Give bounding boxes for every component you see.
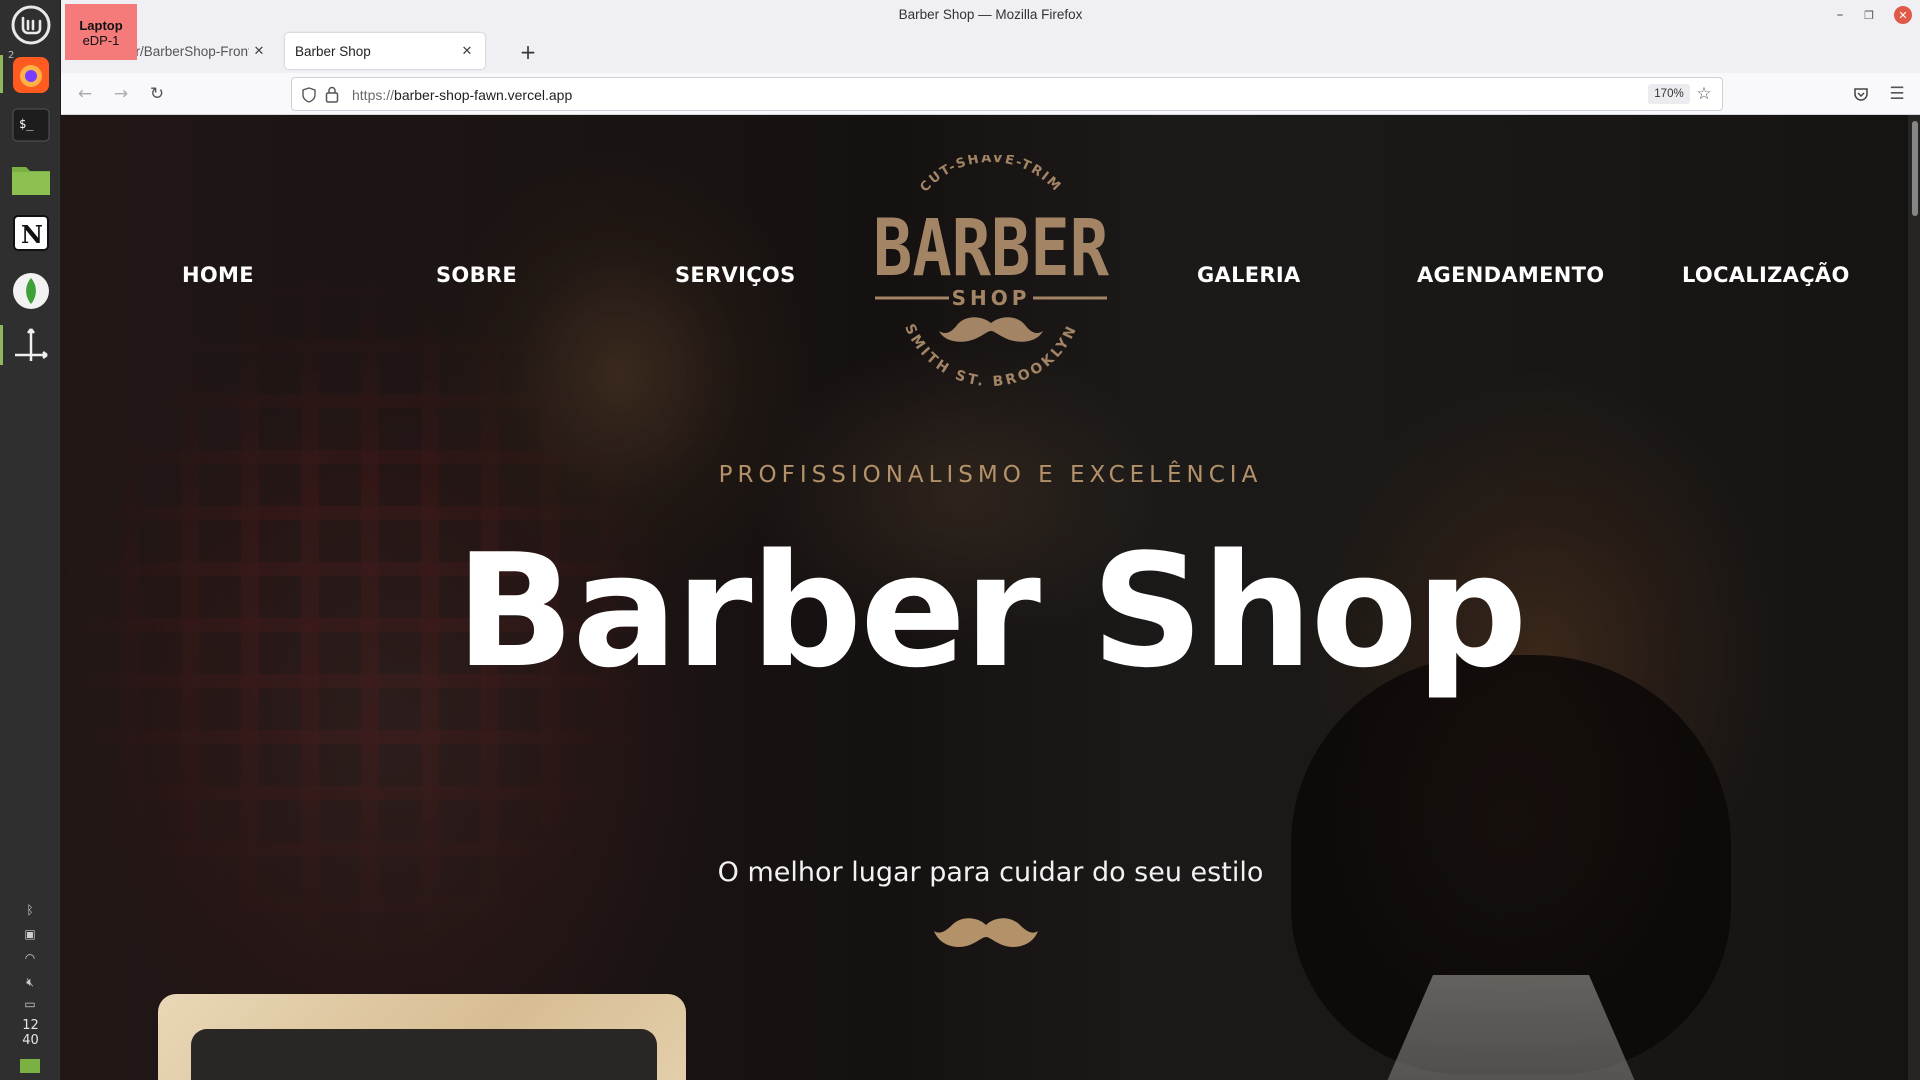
nav-localizacao[interactable]: LOCALIZAÇÃO <box>1682 263 1850 287</box>
svg-text:CUT-SHAVE-TRIM: CUT-SHAVE-TRIM <box>917 155 1064 195</box>
zoom-level-badge[interactable]: 170% <box>1648 84 1690 104</box>
hero-eyebrow: PROFISSIONALISMO E EXCELÊNCIA <box>718 462 1263 488</box>
clock-hour[interactable]: 12 <box>0 1018 61 1034</box>
hero-title: Barber Shop <box>455 520 1527 702</box>
clipboard-icon[interactable]: ▣ <box>22 926 38 942</box>
firefox-window: Barber Shop — Mozilla Firefox – ❐ ✕ walt… <box>61 0 1920 1080</box>
address-bar[interactable]: https://barber-shop-fawn.vercel.app 170%… <box>291 77 1723 111</box>
tab-title: Barber Shop <box>295 43 371 59</box>
wifi-icon[interactable]: ◠ <box>22 950 38 966</box>
nav-sobre[interactable]: SOBRE <box>436 263 517 287</box>
pocket-icon[interactable] <box>1849 82 1873 106</box>
close-tab-icon[interactable]: ✕ <box>457 41 477 61</box>
svg-text:$_: $_ <box>19 117 34 131</box>
tab-strip: walterrr/BarberShop-Front ✕ Barber Shop … <box>61 31 1920 73</box>
nav-agendamento[interactable]: AGENDAMENTO <box>1417 263 1604 287</box>
tracking-shield-icon[interactable] <box>301 87 317 103</box>
mongodb-leaf-icon <box>12 272 49 309</box>
tab-barber-shop[interactable]: Barber Shop ✕ <box>285 33 485 69</box>
back-arrow-icon[interactable]: ← <box>73 82 97 106</box>
taskbar-notion[interactable]: N <box>8 210 53 255</box>
new-tab-button[interactable]: + <box>517 42 539 64</box>
window-title: Barber Shop — Mozilla Firefox <box>898 7 1083 22</box>
minimize-button[interactable]: – <box>1831 6 1849 24</box>
taskbar-firefox[interactable] <box>8 52 53 97</box>
url-host: barber-shop-fawn.vercel.app <box>394 87 573 103</box>
url-text[interactable]: https://barber-shop-fawn.vercel.app <box>352 87 572 103</box>
close-tab-icon[interactable]: ✕ <box>249 41 269 61</box>
scrollbar-thumb[interactable] <box>1912 121 1918 216</box>
taskbar-files[interactable] <box>8 155 53 200</box>
show-desktop-icon[interactable] <box>20 1057 40 1073</box>
hero-subtitle: O melhor lugar para cuidar do seu estilo <box>717 857 1264 888</box>
app-indicator-bar <box>0 325 3 365</box>
maximize-button[interactable]: ❐ <box>1860 6 1878 24</box>
logo-sub-text: SHOP <box>952 286 1031 310</box>
firefox-icon <box>12 56 49 93</box>
taskbar-mongodb-compass[interactable] <box>8 268 53 313</box>
volume-muted-icon[interactable]: 🔇︎ <box>22 974 38 990</box>
display-indicator-badge: Laptop eDP-1 <box>65 4 137 60</box>
svg-text:SMITH ST. BROOKLYN: SMITH ST. BROOKLYN <box>901 322 1081 391</box>
notion-icon: N <box>12 214 49 251</box>
window-titlebar[interactable]: Barber Shop — Mozilla Firefox – ❐ ✕ <box>61 0 1920 31</box>
taskbar-drawing-app[interactable] <box>8 322 53 367</box>
display-name: Laptop <box>79 18 123 33</box>
display-output: eDP-1 <box>82 33 120 48</box>
barber-shop-logo[interactable]: CUT-SHAVE-TRIM BARBER SHOP SMITH ST. BRO… <box>861 155 1121 395</box>
linux-mint-logo-icon <box>11 5 50 44</box>
feature-card-inner <box>191 1029 657 1080</box>
battery-icon[interactable]: ▭ <box>22 996 38 1012</box>
hamburger-menu-icon[interactable]: ☰ <box>1885 82 1909 106</box>
logo-mustache-icon <box>939 317 1043 342</box>
terminal-icon: $_ <box>12 108 49 141</box>
lock-icon[interactable] <box>325 86 339 103</box>
navigation-toolbar: ← → ↻ https://barber-shop-fawn.vercel.ap… <box>61 73 1920 115</box>
reload-icon[interactable]: ↻ <box>145 82 169 106</box>
logo-top-arc-text: CUT-SHAVE-TRIM <box>917 155 1062 195</box>
folder-icon <box>11 166 50 195</box>
logo-main-text: BARBER <box>873 204 1109 294</box>
clock-minute[interactable]: 40 <box>0 1033 61 1049</box>
nav-galeria[interactable]: GALERIA <box>1197 263 1301 287</box>
active-app-indicator <box>0 55 3 93</box>
os-taskbar: 2 $_ N ᛒ ▣ ◠ 🔇︎ ▭ 12 40 <box>0 0 61 1080</box>
bookmark-star-icon[interactable]: ☆ <box>1692 82 1716 106</box>
forward-arrow-icon[interactable]: → <box>109 82 133 106</box>
url-scheme: https:// <box>352 87 395 103</box>
mustache-divider-icon <box>934 918 1038 947</box>
logo-bottom-arc-text: SMITH ST. BROOKLYN <box>901 322 1078 391</box>
close-window-button[interactable]: ✕ <box>1894 6 1912 24</box>
nav-home[interactable]: HOME <box>182 263 254 287</box>
nav-servicos[interactable]: SERVIÇOS <box>675 263 796 287</box>
taskbar-terminal[interactable]: $_ <box>8 102 53 147</box>
page-scrollbar[interactable] <box>1908 115 1920 1080</box>
bluetooth-icon[interactable]: ᛒ <box>22 902 38 918</box>
mint-menu-button[interactable] <box>8 2 53 47</box>
crosshair-tool-icon <box>14 327 48 361</box>
page-viewport: HOME SOBRE SERVIÇOS GALERIA AGENDAMENTO … <box>61 115 1920 1080</box>
svg-text:N: N <box>21 220 43 249</box>
